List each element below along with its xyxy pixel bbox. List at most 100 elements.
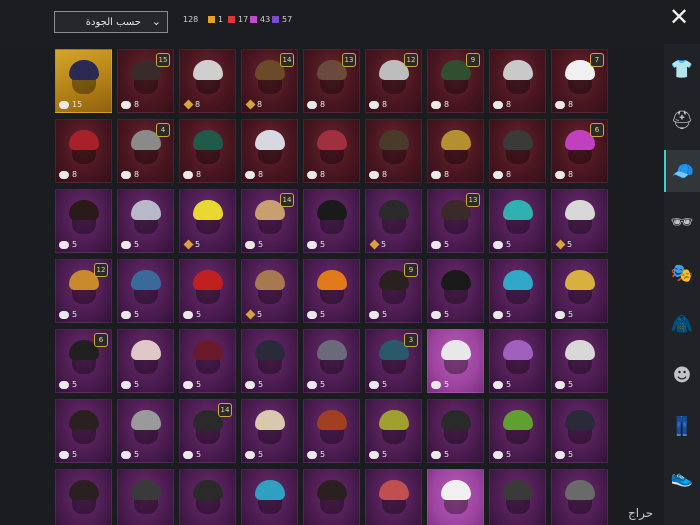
- inventory-item[interactable]: 8: [179, 49, 236, 113]
- inventory-item[interactable]: 8: [303, 119, 360, 183]
- hat-icon: 🧢: [671, 160, 695, 182]
- cloud-icon: [431, 240, 441, 249]
- inventory-item[interactable]: 5: [179, 189, 236, 253]
- item-thumbnail: [314, 268, 350, 308]
- top-bar: حسب الجودة ⌄ 128 ✕: [0, 0, 700, 44]
- sidebar-category-mask[interactable]: 🎭: [664, 252, 700, 294]
- inventory-item[interactable]: 15 8: [117, 49, 174, 113]
- cloud-icon: [555, 380, 565, 389]
- inventory-item[interactable]: 5: [365, 189, 422, 253]
- inventory-item[interactable]: 8: [489, 49, 546, 113]
- item-thumbnail: [252, 478, 288, 518]
- level-badge: 7: [590, 53, 604, 67]
- inventory-item[interactable]: [427, 469, 484, 525]
- inventory-item[interactable]: 8: [179, 119, 236, 183]
- inventory-item[interactable]: 13 5: [427, 189, 484, 253]
- close-button[interactable]: ✕: [667, 5, 691, 29]
- inventory-item[interactable]: 5: [117, 259, 174, 323]
- item-count: 5: [196, 310, 202, 319]
- inventory-item[interactable]: [55, 469, 112, 525]
- sidebar-category-jacket[interactable]: 🧥: [664, 303, 700, 345]
- inventory-item[interactable]: 5: [427, 399, 484, 463]
- inventory-item[interactable]: [179, 469, 236, 525]
- inventory-item[interactable]: 12 8: [365, 49, 422, 113]
- inventory-item[interactable]: 14 8: [241, 49, 298, 113]
- inventory-item[interactable]: 48: [117, 119, 174, 183]
- diamond-icon: [369, 239, 380, 250]
- inventory-item[interactable]: 15: [55, 49, 112, 113]
- inventory-item[interactable]: [241, 469, 298, 525]
- inventory-item[interactable]: 14 5: [241, 189, 298, 253]
- inventory-item[interactable]: 5: [489, 259, 546, 323]
- inventory-item[interactable]: 5: [551, 399, 608, 463]
- inventory-item[interactable]: 68: [551, 119, 608, 183]
- sort-dropdown[interactable]: حسب الجودة ⌄: [54, 11, 168, 33]
- inventory-item[interactable]: 5: [303, 329, 360, 393]
- inventory-item[interactable]: 8: [489, 119, 546, 183]
- inventory-item[interactable]: 5: [117, 189, 174, 253]
- item-footer: 8: [307, 100, 325, 109]
- inventory-item[interactable]: 35: [365, 329, 422, 393]
- inventory-item[interactable]: 14 5: [179, 399, 236, 463]
- rarity-count-label: 1: [218, 15, 224, 24]
- sidebar-category-glasses[interactable]: 🕶: [664, 201, 700, 243]
- inventory-item[interactable]: 13 8: [303, 49, 360, 113]
- inventory-item[interactable]: 12 5: [55, 259, 112, 323]
- cloud-icon: [307, 380, 317, 389]
- sidebar-category-hat[interactable]: 🧢: [664, 150, 700, 192]
- inventory-item[interactable]: [489, 469, 546, 525]
- inventory-item[interactable]: 95: [365, 259, 422, 323]
- inventory-item[interactable]: 5: [303, 189, 360, 253]
- inventory-item[interactable]: [365, 469, 422, 525]
- inventory-item[interactable]: 5: [241, 399, 298, 463]
- inventory-item[interactable]: 65: [55, 329, 112, 393]
- sidebar-category-helmet[interactable]: ⛑: [664, 99, 700, 141]
- inventory-item[interactable]: 5: [241, 259, 298, 323]
- level-badge: 6: [590, 123, 604, 137]
- item-count: 5: [381, 240, 387, 249]
- inventory-item[interactable]: 5: [489, 399, 546, 463]
- inventory-item[interactable]: [117, 469, 174, 525]
- cloud-icon: [369, 450, 379, 459]
- inventory-item[interactable]: 5: [303, 259, 360, 323]
- inventory-item[interactable]: 8: [55, 119, 112, 183]
- inventory-item[interactable]: 5: [241, 329, 298, 393]
- inventory-item[interactable]: 8: [365, 119, 422, 183]
- inventory-item[interactable]: 5: [303, 399, 360, 463]
- sidebar-category-pants[interactable]: 👖: [664, 405, 700, 447]
- sidebar-category-face[interactable]: ☻: [664, 354, 700, 396]
- inventory-item[interactable]: 8: [427, 119, 484, 183]
- inventory-item[interactable]: 5: [179, 259, 236, 323]
- item-thumbnail: [314, 408, 350, 448]
- sidebar-category-outfit[interactable]: 👕: [664, 48, 700, 90]
- item-thumbnail: [66, 128, 102, 168]
- inventory-item[interactable]: 5: [55, 189, 112, 253]
- item-thumbnail: [314, 338, 350, 378]
- item-count: 8: [382, 170, 388, 179]
- inventory-item[interactable]: 5: [489, 189, 546, 253]
- item-footer: 5: [555, 310, 573, 319]
- inventory-item[interactable]: [551, 469, 608, 525]
- inventory-item[interactable]: 5: [117, 399, 174, 463]
- inventory-item[interactable]: 5: [117, 329, 174, 393]
- inventory-item[interactable]: [303, 469, 360, 525]
- inventory-item[interactable]: 5: [551, 329, 608, 393]
- inventory-item[interactable]: 98: [427, 49, 484, 113]
- inventory-item[interactable]: 5: [365, 399, 422, 463]
- cloud-icon: [121, 380, 131, 389]
- inventory-item[interactable]: 5: [489, 329, 546, 393]
- inventory-item[interactable]: 78: [551, 49, 608, 113]
- inventory-item[interactable]: 5: [179, 329, 236, 393]
- sidebar-category-shoes[interactable]: 👟: [664, 456, 700, 498]
- inventory-item[interactable]: 5: [55, 399, 112, 463]
- inventory-item[interactable]: 5: [551, 189, 608, 253]
- inventory-grid-container[interactable]: 15 15 8 8 14 8 13 8 12 8 9 8 8 7 8 8 4 8 8 8 8 8 8 8 6 8 5 5 5 14 5 5 5 1…: [50, 44, 664, 525]
- cloud-icon: [307, 450, 317, 459]
- inventory-item[interactable]: 5: [427, 329, 484, 393]
- cloud-icon: [59, 380, 69, 389]
- inventory-item[interactable]: 5: [551, 259, 608, 323]
- cloud-icon: [431, 380, 441, 389]
- item-thumbnail: [252, 408, 288, 448]
- inventory-item[interactable]: 8: [241, 119, 298, 183]
- inventory-item[interactable]: 5: [427, 259, 484, 323]
